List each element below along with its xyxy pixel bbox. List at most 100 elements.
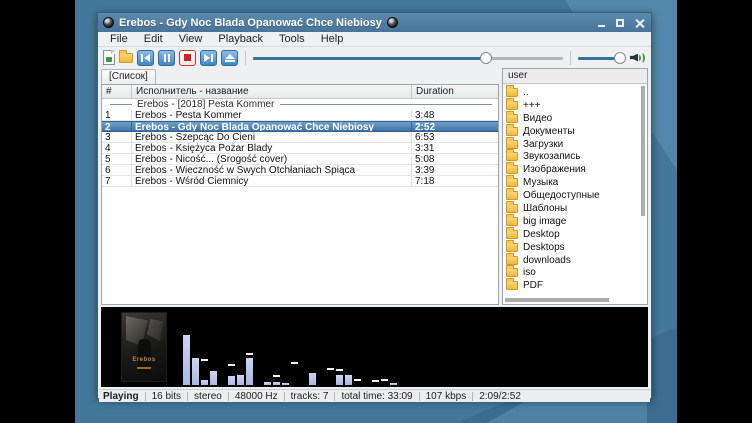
file-item[interactable]: iso bbox=[506, 266, 647, 279]
menu-file[interactable]: File bbox=[102, 32, 136, 47]
column-header-title[interactable]: Исполнитель - название bbox=[132, 85, 412, 98]
volume-handle[interactable] bbox=[614, 52, 626, 64]
track-number: 1 bbox=[102, 110, 132, 120]
file-item[interactable]: downloads bbox=[506, 254, 647, 267]
track-row[interactable]: 3Erebos - Szepcąc Do Cieni6:53 bbox=[102, 132, 498, 143]
next-button[interactable] bbox=[200, 50, 217, 66]
maximize-button[interactable] bbox=[613, 16, 627, 30]
playlist-panel: [Список] # Исполнитель - название Durati… bbox=[101, 68, 499, 305]
seek-handle[interactable] bbox=[480, 52, 492, 64]
spectrum-bar bbox=[210, 309, 217, 385]
menu-playback[interactable]: Playback bbox=[210, 32, 271, 47]
file-item[interactable]: Desktops bbox=[506, 241, 647, 254]
minimize-button[interactable] bbox=[594, 16, 608, 30]
status-segment: 2:09/2:52 bbox=[479, 391, 521, 402]
spectrum-bar bbox=[300, 309, 307, 385]
track-title: Erebos - Wśród Ciemnicy bbox=[132, 176, 412, 186]
playlist-tab-bar: [Список] bbox=[101, 68, 499, 84]
visualization-area[interactable]: Erebos bbox=[101, 307, 648, 387]
status-separator bbox=[228, 392, 229, 401]
file-item[interactable]: Desktop bbox=[506, 228, 647, 241]
peak-cap bbox=[372, 380, 379, 382]
file-item[interactable]: Шаблоны bbox=[506, 202, 647, 215]
column-header-number[interactable]: # bbox=[102, 85, 132, 98]
track-title: Erebos - Szepcąc Do Cieni bbox=[132, 132, 412, 142]
file-item[interactable]: Звукозапись bbox=[506, 150, 647, 163]
folder-name: Desktop bbox=[523, 229, 560, 240]
spectrum-bar bbox=[318, 309, 325, 385]
track-number: 4 bbox=[102, 143, 132, 153]
file-item[interactable]: Музыка bbox=[506, 176, 647, 189]
peak-cap bbox=[336, 369, 343, 371]
status-separator bbox=[419, 392, 420, 401]
folder-icon bbox=[506, 114, 518, 123]
folder-icon bbox=[506, 101, 518, 110]
file-item[interactable]: big image bbox=[506, 215, 647, 228]
eject-button[interactable] bbox=[221, 50, 238, 66]
previous-button[interactable] bbox=[137, 50, 154, 66]
window-title: Erebos - Gdy Noc Blada Opanować Chce Nie… bbox=[119, 17, 382, 29]
playlist-tab[interactable]: [Список] bbox=[101, 69, 156, 84]
track-row[interactable]: 5Erebos - Nicość... (Srogość cover)5:08 bbox=[102, 154, 498, 165]
track-duration: 7:18 bbox=[412, 176, 498, 186]
status-separator bbox=[187, 392, 188, 401]
close-icon bbox=[635, 18, 644, 27]
folder-name: Общедоступные bbox=[523, 190, 600, 201]
track-row[interactable]: 1Erebos - Pesta Kommer3:48 bbox=[102, 110, 498, 121]
file-item[interactable]: .. bbox=[506, 86, 647, 99]
status-segment: 107 kbps bbox=[426, 391, 467, 402]
menu-tools[interactable]: Tools bbox=[271, 32, 313, 47]
folder-name: downloads bbox=[523, 255, 571, 266]
horizontal-scrollbar[interactable] bbox=[505, 298, 609, 302]
volume-slider[interactable] bbox=[578, 50, 626, 66]
track-duration: 2:52 bbox=[412, 122, 498, 131]
file-item[interactable]: Видео bbox=[506, 112, 647, 125]
file-browser-header[interactable]: user bbox=[503, 69, 647, 84]
track-list: 1Erebos - Pesta Kommer3:482Erebos - Gdy … bbox=[102, 110, 498, 187]
speaker-icon[interactable] bbox=[630, 51, 646, 65]
menu-edit[interactable]: Edit bbox=[136, 32, 171, 47]
close-button[interactable] bbox=[632, 16, 646, 30]
file-item[interactable]: Общедоступные bbox=[506, 189, 647, 202]
track-number: 2 bbox=[102, 122, 132, 131]
folder-icon bbox=[506, 178, 518, 187]
file-item[interactable]: +++ bbox=[506, 99, 647, 112]
spectrum-bar bbox=[372, 309, 379, 385]
spectrum-bar bbox=[381, 309, 388, 385]
track-row[interactable]: 2Erebos - Gdy Noc Blada Opanować Chce Ni… bbox=[102, 121, 498, 132]
file-item[interactable]: PDF bbox=[506, 279, 647, 292]
pause-icon bbox=[164, 54, 170, 62]
column-header-duration[interactable]: Duration bbox=[412, 85, 498, 98]
playlist-header-row: # Исполнитель - название Duration bbox=[102, 85, 498, 99]
title-bar[interactable]: Erebos - Gdy Noc Blada Opanować Chce Nie… bbox=[98, 13, 651, 32]
folder-name: big image bbox=[523, 216, 566, 227]
status-separator bbox=[334, 392, 335, 401]
previous-icon bbox=[141, 54, 143, 62]
spectrum-bar bbox=[327, 309, 334, 385]
folder-icon bbox=[506, 140, 518, 149]
folder-icon bbox=[506, 88, 518, 97]
vertical-scrollbar[interactable] bbox=[641, 86, 645, 216]
track-row[interactable]: 7Erebos - Wśród Ciemnicy7:18 bbox=[102, 176, 498, 187]
track-row[interactable]: 4Erebos - Księżyca Pożar Blady3:31 bbox=[102, 143, 498, 154]
track-title: Erebos - Nicość... (Srogość cover) bbox=[132, 154, 412, 164]
desktop-screenshot: Erebos - Gdy Noc Blada Opanować Chce Nie… bbox=[0, 0, 752, 423]
status-segment: total time: 33:09 bbox=[341, 391, 412, 402]
folder-icon bbox=[506, 230, 518, 239]
file-item[interactable]: Загрузки bbox=[506, 138, 647, 151]
track-row[interactable]: 6Erebos - Wieczność w Swych Otchłaniach … bbox=[102, 165, 498, 176]
menu-view[interactable]: View bbox=[171, 32, 211, 47]
stop-button[interactable] bbox=[179, 50, 196, 66]
seek-slider[interactable] bbox=[253, 50, 563, 66]
spectrum-bar bbox=[282, 309, 289, 385]
add-file-button[interactable] bbox=[103, 50, 115, 65]
pause-button[interactable] bbox=[158, 50, 175, 66]
file-item[interactable]: Документы bbox=[506, 125, 647, 138]
file-item[interactable]: Изображения bbox=[506, 163, 647, 176]
track-duration: 3:31 bbox=[412, 143, 498, 153]
file-browser: user ..+++ВидеоДокументыЗагрузкиЗвукозап… bbox=[502, 68, 648, 305]
open-directory-button[interactable] bbox=[119, 53, 133, 63]
track-title: Erebos - Gdy Noc Blada Opanować Chce Nie… bbox=[132, 122, 412, 131]
menu-help[interactable]: Help bbox=[313, 32, 352, 47]
file-list: ..+++ВидеоДокументыЗагрузкиЗвукозаписьИз… bbox=[503, 84, 647, 304]
